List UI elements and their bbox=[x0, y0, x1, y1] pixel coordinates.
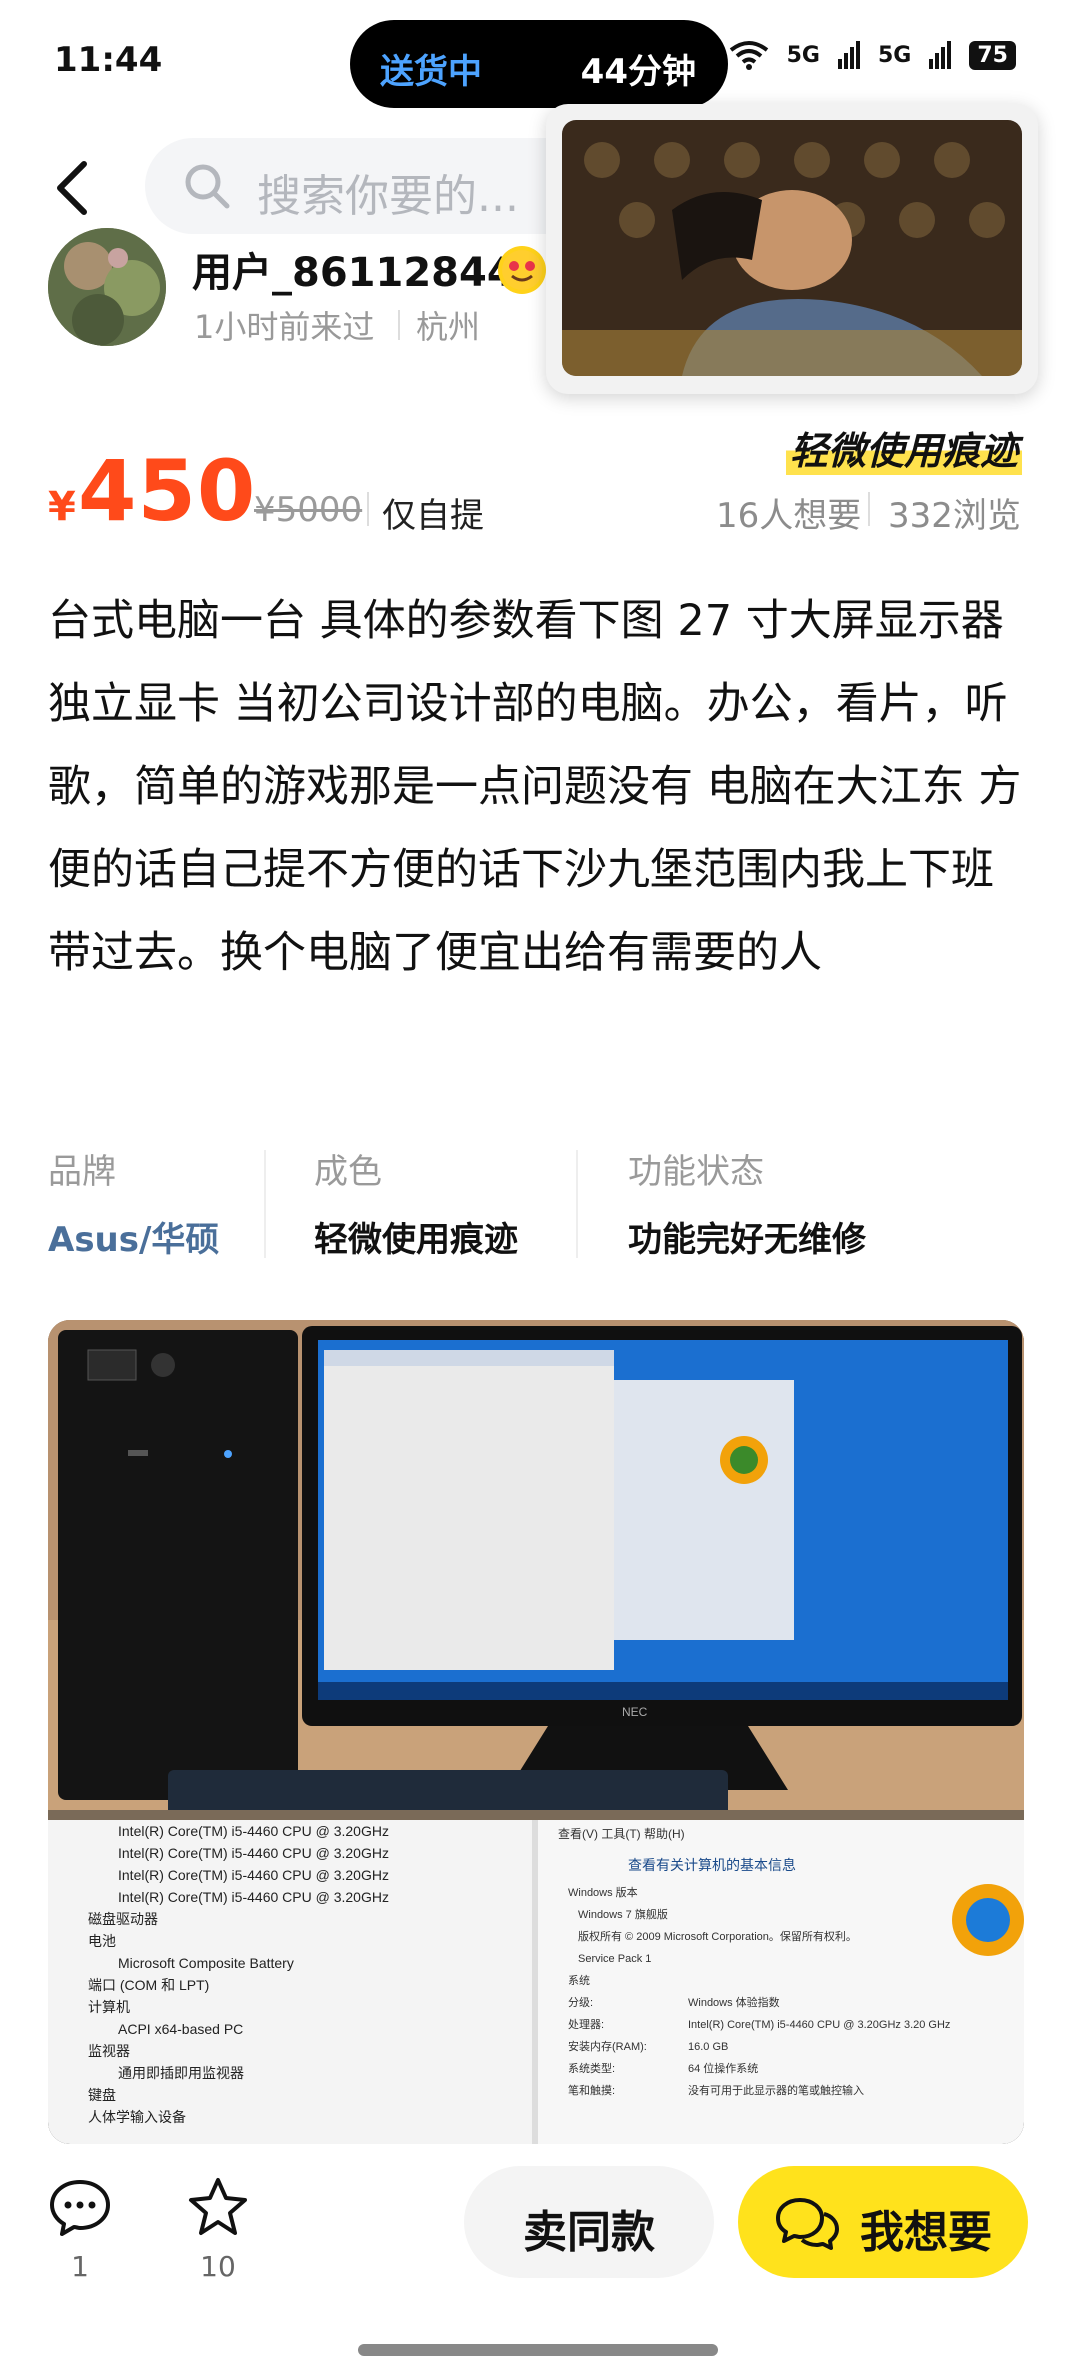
chat-bubbles-icon bbox=[776, 2198, 839, 2250]
home-indicator[interactable] bbox=[358, 2344, 718, 2356]
divider bbox=[576, 1150, 578, 1258]
avatar-image bbox=[48, 228, 166, 346]
sell-same-button[interactable]: 卖同款 bbox=[464, 2166, 714, 2278]
signal-5g-icon-2: 5G bbox=[878, 42, 912, 68]
condition-tag: 轻微使用痕迹 bbox=[786, 420, 1023, 475]
divider bbox=[398, 310, 400, 340]
search-placeholder: 搜索你要的... bbox=[257, 171, 519, 222]
search-icon bbox=[185, 164, 230, 209]
favorite-count: 10 bbox=[200, 2250, 236, 2283]
signal-5g-icon: 5G bbox=[786, 42, 820, 68]
wifi-icon bbox=[729, 41, 768, 70]
avatar[interactable] bbox=[48, 228, 166, 346]
device-list-item: Intel(R) Core(TM) i5-4460 CPU @ 3.20GHz bbox=[118, 1845, 389, 1861]
sysinfo-line: 安装内存(RAM): bbox=[568, 2039, 647, 2053]
sell-same-label: 卖同款 bbox=[523, 2207, 655, 2258]
sysinfo-value: 没有可用于此显示器的笔或触控输入 bbox=[688, 2083, 864, 2097]
device-list-item: 通用即插即用监视器 bbox=[118, 2065, 244, 2081]
device-list-item: 计算机 bbox=[88, 1999, 130, 2015]
attr-condition-value: 轻微使用痕迹 bbox=[314, 1220, 518, 1260]
price-current: 450 bbox=[78, 442, 257, 540]
device-list-item: 键盘 bbox=[88, 2087, 116, 2103]
video-thumbnail bbox=[562, 120, 1022, 376]
device-list-item: Microsoft Composite Battery bbox=[118, 1955, 294, 1971]
attr-function-label: 功能状态 bbox=[628, 1152, 764, 1192]
want-button[interactable]: 我想要 bbox=[738, 2166, 1028, 2278]
price-original: ¥5000 bbox=[254, 490, 363, 530]
item-description: 台式电脑一台 具体的参数看下图 27 寸大屏显示器 独立显卡 当初公司设计部的电… bbox=[48, 596, 1022, 978]
device-list-item: Intel(R) Core(TM) i5-4460 CPU @ 3.20GHz bbox=[118, 1867, 389, 1883]
want-label: 我想要 bbox=[860, 2207, 992, 2258]
user-last-seen: 1小时前来过 bbox=[194, 308, 375, 346]
photo-menu: 查看(V) 工具(T) 帮助(H) bbox=[558, 1827, 685, 1841]
device-list-item: ACPI x64-based PC bbox=[118, 2021, 243, 2037]
battery-icon: 75 bbox=[969, 40, 1016, 70]
divider bbox=[367, 492, 369, 526]
signal-bars-icon-2 bbox=[929, 41, 952, 69]
star-favorite-icon[interactable] bbox=[186, 2176, 250, 2238]
user-city: 杭州 bbox=[416, 308, 481, 346]
delivery-status: 送货中 bbox=[380, 52, 482, 92]
product-photo[interactable]: NEC Intel(R) Core(TM) i5-4460 CPU @ 3.20… bbox=[48, 1320, 1024, 2144]
delivery-method: 仅自提 bbox=[382, 496, 484, 536]
attr-brand-label: 品牌 bbox=[48, 1152, 116, 1192]
sysinfo-value: 64 位操作系统 bbox=[688, 2061, 758, 2075]
monitor-brand: NEC bbox=[622, 1705, 648, 1719]
view-count: 332浏览 bbox=[888, 496, 1021, 536]
photo-illustration: NEC Intel(R) Core(TM) i5-4460 CPU @ 3.20… bbox=[48, 1320, 1024, 2144]
status-time: 11:44 bbox=[54, 40, 163, 80]
video-frame[interactable] bbox=[562, 120, 1022, 376]
sysinfo-line: Windows 7 旗舰版 bbox=[578, 1907, 668, 1921]
sysinfo-value: Windows 体验指数 bbox=[688, 1995, 780, 2009]
emoji-badge-icon bbox=[498, 246, 546, 294]
sysinfo-line: 笔和触摸: bbox=[568, 2083, 615, 2097]
sysinfo-line: Windows 版本 bbox=[568, 1885, 638, 1899]
signal-bars-icon bbox=[838, 41, 860, 69]
sysinfo-line: Service Pack 1 bbox=[578, 1953, 651, 1965]
attr-brand-value[interactable]: Asus/华硕 bbox=[48, 1212, 219, 1261]
status-icons: 5G 5G 75 bbox=[729, 40, 1016, 70]
comment-icon[interactable] bbox=[48, 2178, 112, 2238]
device-list-item: 电池 bbox=[88, 1933, 116, 1949]
attr-condition-label: 成色 bbox=[314, 1152, 382, 1192]
want-count: 16人想要 bbox=[716, 496, 862, 536]
sysinfo-line: 系统类型: bbox=[568, 2061, 615, 2075]
device-list-item: 监视器 bbox=[88, 2043, 130, 2059]
delivery-eta: 44分钟 bbox=[580, 52, 696, 92]
divider bbox=[264, 1150, 266, 1258]
floating-video-window[interactable] bbox=[546, 104, 1038, 394]
search-input[interactable]: 搜索你要的... bbox=[145, 138, 615, 234]
sysinfo-value: Intel(R) Core(TM) i5-4460 CPU @ 3.20GHz … bbox=[688, 2019, 950, 2031]
divider bbox=[868, 492, 870, 526]
device-list-item: Intel(R) Core(TM) i5-4460 CPU @ 3.20GHz bbox=[118, 1823, 389, 1839]
sysinfo-line: 系统 bbox=[568, 1974, 590, 1987]
device-list-item: 磁盘驱动器 bbox=[88, 1911, 158, 1927]
photo-sysinfo-title: 查看有关计算机的基本信息 bbox=[628, 1857, 796, 1873]
dynamic-island-delivery[interactable]: 送货中 44分钟 bbox=[350, 20, 728, 108]
user-name[interactable]: 用户_86112844 bbox=[192, 240, 515, 298]
device-list-item: Intel(R) Core(TM) i5-4460 CPU @ 3.20GHz bbox=[118, 1889, 389, 1905]
sysinfo-value: 16.0 GB bbox=[688, 2041, 728, 2053]
device-list-item: 人体学输入设备 bbox=[88, 2109, 186, 2125]
sysinfo-line: 分级: bbox=[568, 1996, 593, 2009]
device-list-item: 端口 (COM 和 LPT) bbox=[88, 1977, 209, 1993]
sysinfo-line: 版权所有 © 2009 Microsoft Corporation。保留所有权利… bbox=[578, 1929, 857, 1943]
sysinfo-line: 处理器: bbox=[568, 2018, 604, 2031]
attr-function-value: 功能完好无维修 bbox=[628, 1220, 866, 1260]
back-arrow-icon[interactable] bbox=[50, 158, 94, 218]
price-currency: ¥ bbox=[48, 484, 76, 530]
comment-count: 1 bbox=[71, 2250, 89, 2283]
